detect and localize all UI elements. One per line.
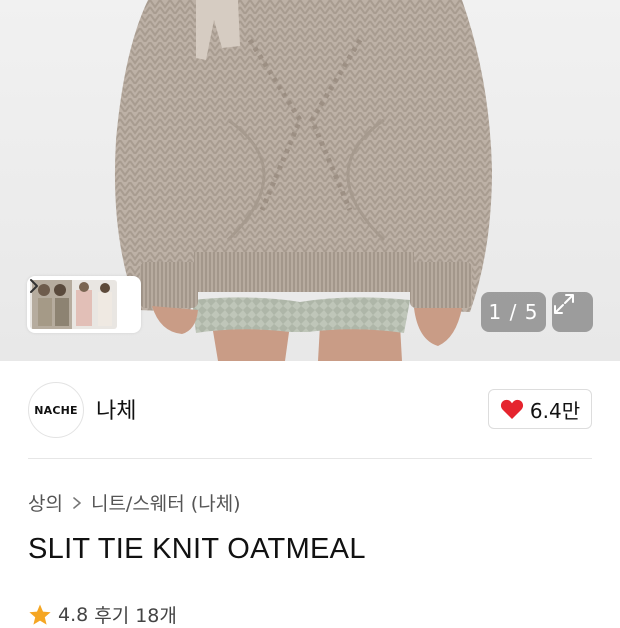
- like-count: 6.4만: [529, 398, 581, 423]
- brand-name[interactable]: 나체: [96, 393, 136, 425]
- star-icon: [29, 604, 51, 625]
- review-count[interactable]: 후기 18개: [94, 601, 177, 628]
- brand-logo[interactable]: NACHE: [28, 382, 84, 438]
- rating-row[interactable]: 4.8 후기 18개: [28, 601, 177, 628]
- heart-icon: [500, 399, 523, 419]
- breadcrumb-subcategory[interactable]: 니트/스웨터 (나체): [91, 489, 241, 516]
- thumbnail-images[interactable]: [30, 280, 117, 329]
- thumbnail-strip[interactable]: [27, 276, 141, 333]
- image-counter: 1 / 5: [481, 292, 546, 332]
- thumbnail-preview: [30, 280, 117, 329]
- brand-logo-text: NACHE: [34, 403, 78, 417]
- rating-value: 4.8: [58, 603, 89, 626]
- chevron-right-icon[interactable]: [27, 276, 41, 296]
- expand-button[interactable]: [552, 292, 593, 332]
- like-button[interactable]: 6.4만: [488, 389, 592, 429]
- breadcrumb: 상의 니트/스웨터 (나체): [28, 489, 241, 516]
- product-main-image[interactable]: 1 / 5: [0, 0, 620, 361]
- product-title: SLIT TIE KNIT OATMEAL: [28, 533, 366, 565]
- breadcrumb-category[interactable]: 상의: [28, 489, 63, 516]
- divider: [28, 458, 592, 459]
- chevron-right-icon: [73, 496, 81, 509]
- expand-icon: [554, 294, 574, 314]
